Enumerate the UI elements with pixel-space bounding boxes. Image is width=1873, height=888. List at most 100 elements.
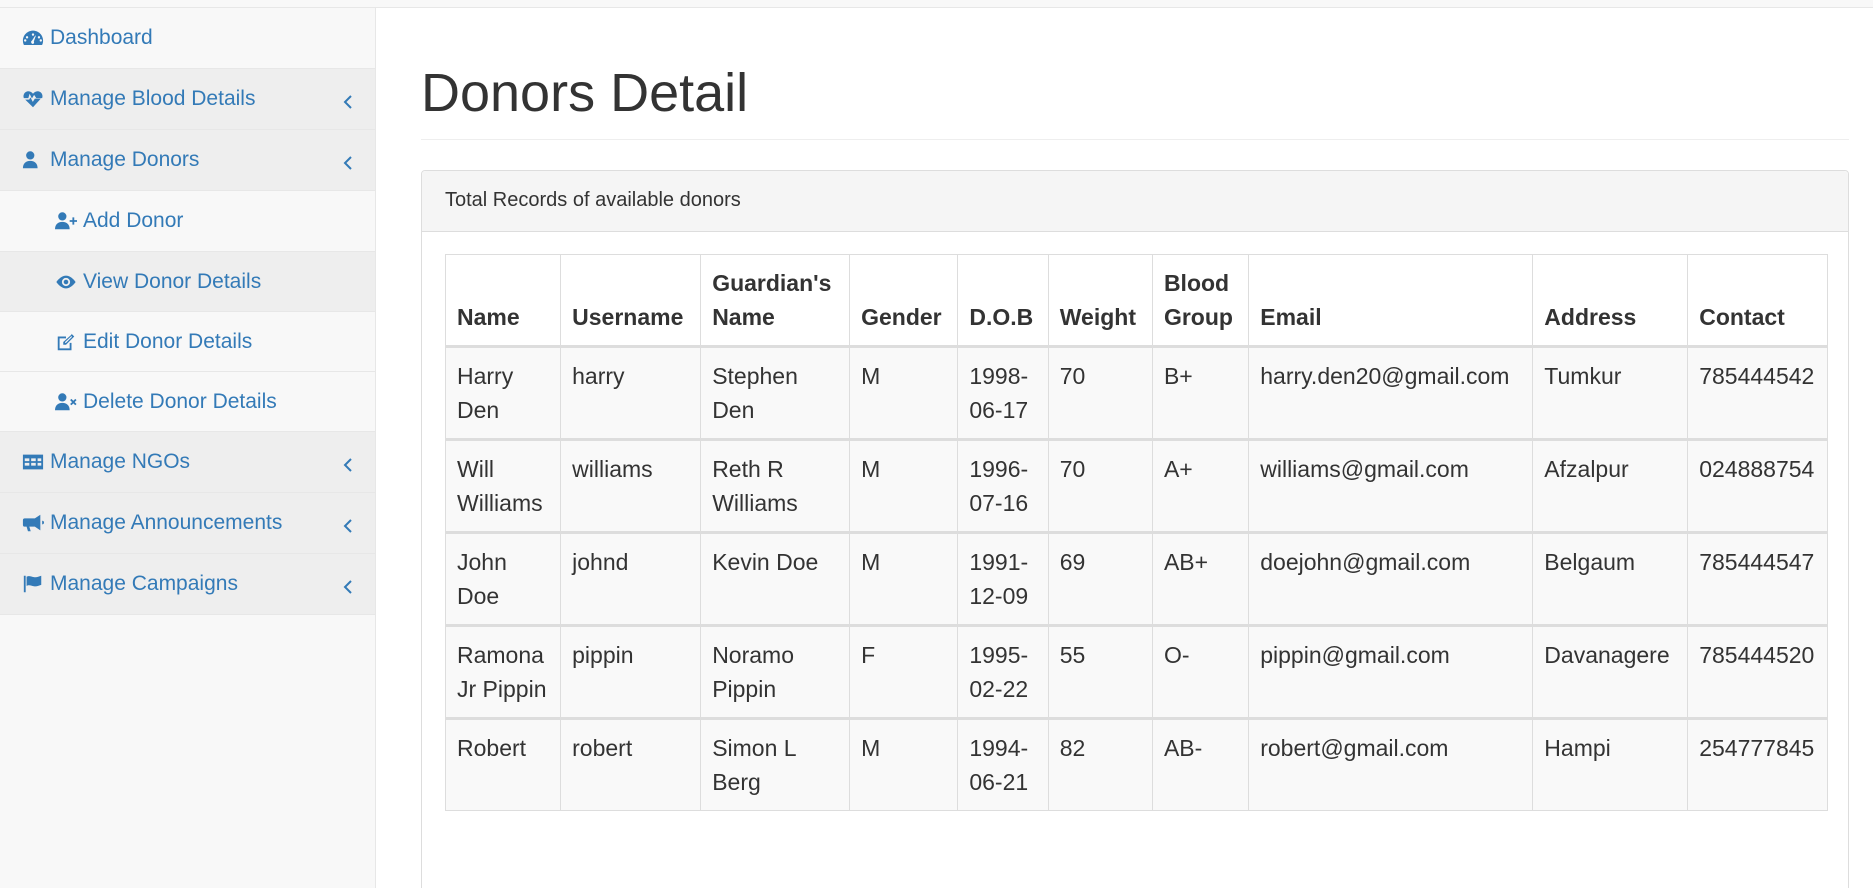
sidebar-item-manage-ngos[interactable]: Manage NGOs — [0, 432, 375, 493]
chevron-left-icon — [343, 576, 353, 594]
cell-gender: M — [849, 438, 959, 534]
cell-guardian-name: Noramo Pippin — [700, 624, 851, 720]
sidebar-item-delete-donor-details[interactable]: Delete Donor Details — [0, 371, 375, 431]
cell-address: Afzalpur — [1532, 438, 1689, 534]
cell-weight: 69 — [1047, 531, 1153, 627]
cell-weight: 82 — [1047, 717, 1153, 812]
column-header-username: Username — [560, 254, 702, 349]
cell-name: Robert — [445, 717, 562, 812]
edit-icon — [55, 332, 81, 352]
cell-blood-group: AB+ — [1151, 531, 1250, 627]
sidebar-item-label: Manage Announcements — [50, 511, 283, 534]
column-header-email: Email — [1248, 254, 1534, 349]
sidebar-item-manage-donors[interactable]: Manage Donors — [0, 130, 375, 191]
user-plus-icon — [55, 211, 81, 231]
sidebar-item-label: Delete Donor Details — [83, 389, 277, 413]
cell-gender: M — [849, 531, 959, 627]
table-scroll-container[interactable]: Name Username Guardian's Name Gender D.O… — [445, 254, 1828, 812]
column-header-dob: D.O.B — [957, 254, 1049, 349]
sidebar-item-label: View Donor Details — [83, 269, 262, 293]
cell-contact: 254777845 — [1687, 717, 1828, 812]
cell-weight: 55 — [1047, 624, 1153, 720]
sidebar-item-label: Add Donor — [83, 209, 184, 232]
cell-name: Harry Den — [445, 346, 562, 441]
cell-address: Hampi — [1532, 717, 1689, 812]
table-row: Ramona Jr Pippin pippin Noramo Pippin F … — [445, 624, 1828, 720]
sidebar-item-manage-blood-details[interactable]: Manage Blood Details — [0, 69, 375, 130]
cell-dob: 1995-02-22 — [957, 624, 1049, 720]
column-header-guardian-name: Guardian's Name — [700, 254, 851, 349]
column-header-blood-group: Blood Group — [1151, 254, 1250, 349]
cell-name: Will Williams — [445, 438, 562, 534]
table-row: Robert robert Simon L Berg M 1994-06-21 … — [445, 717, 1828, 812]
title-divider — [421, 139, 1849, 141]
cell-dob: 1994-06-21 — [957, 717, 1049, 812]
chevron-left-icon — [343, 152, 353, 170]
donors-table: Name Username Guardian's Name Gender D.O… — [445, 254, 1828, 812]
sidebar-item-add-donor[interactable]: Add Donor — [0, 191, 375, 251]
chevron-left-icon — [343, 454, 353, 472]
main-content: Donors Detail Total Records of available… — [421, 8, 1851, 888]
cell-username: pippin — [560, 624, 702, 720]
cell-weight: 70 — [1047, 438, 1153, 534]
cell-email: doejohn@gmail.com — [1248, 531, 1534, 627]
cell-blood-group: O- — [1151, 624, 1250, 720]
table-row: Harry Den harry Stephen Den M 1998-06-17… — [445, 346, 1828, 441]
cell-guardian-name: Simon L Berg — [700, 717, 851, 812]
cell-blood-group: B+ — [1151, 346, 1250, 441]
sidebar-item-label: Manage Blood Details — [50, 87, 256, 110]
sidebar-item-label: Manage Donors — [50, 148, 200, 171]
cell-username: williams — [560, 438, 702, 534]
cell-email: pippin@gmail.com — [1248, 624, 1534, 720]
cell-guardian-name: Kevin Doe — [700, 531, 851, 627]
column-header-contact: Contact — [1687, 254, 1828, 349]
bullhorn-icon — [22, 513, 48, 533]
cell-guardian-name: Reth R Williams — [700, 438, 851, 534]
cell-contact: 785444542 — [1687, 346, 1828, 441]
user-times-icon — [55, 392, 81, 412]
user-icon — [22, 150, 48, 170]
dashboard-icon — [22, 28, 48, 48]
table-icon — [22, 452, 48, 472]
eye-icon — [55, 272, 81, 292]
sidebar-item-dashboard[interactable]: Dashboard — [0, 8, 375, 69]
cell-gender: M — [849, 717, 959, 812]
sidebar-item-label: Edit Donor Details — [83, 329, 253, 353]
page-title: Donors Detail — [421, 63, 749, 123]
top-navbar — [0, 0, 1873, 8]
sidebar-item-label: Manage NGOs — [50, 450, 191, 473]
chevron-left-icon — [343, 91, 353, 109]
column-header-gender: Gender — [849, 254, 959, 349]
column-header-weight: Weight — [1047, 254, 1153, 349]
cell-dob: 1998-06-17 — [957, 346, 1049, 441]
cell-contact: 024888754 — [1687, 438, 1828, 534]
column-header-name: Name — [445, 254, 562, 349]
sidebar-item-edit-donor-details[interactable]: Edit Donor Details — [0, 311, 375, 371]
cell-name: Ramona Jr Pippin — [445, 624, 562, 720]
sidebar-item-manage-announcements[interactable]: Manage Announcements — [0, 493, 375, 554]
flag-icon — [22, 574, 48, 594]
cell-username: johnd — [560, 531, 702, 627]
table-row: John Doe johnd Kevin Doe M 1991-12-09 69… — [445, 531, 1828, 627]
cell-gender: F — [849, 624, 959, 720]
sidebar-item-manage-campaigns[interactable]: Manage Campaigns — [0, 554, 375, 615]
sidebar-item-view-donor-details[interactable]: View Donor Details — [0, 251, 375, 311]
sidebar-item-label: Dashboard — [50, 26, 153, 49]
cell-email: williams@gmail.com — [1248, 438, 1534, 534]
cell-username: robert — [560, 717, 702, 812]
cell-email: harry.den20@gmail.com — [1248, 346, 1534, 441]
chevron-left-icon — [343, 515, 353, 533]
donors-panel: Total Records of available donors Name U… — [421, 170, 1849, 888]
cell-guardian-name: Stephen Den — [700, 346, 851, 441]
cell-contact: 785444520 — [1687, 624, 1828, 720]
cell-blood-group: AB- — [1151, 717, 1250, 812]
cell-name: John Doe — [445, 531, 562, 627]
cell-dob: 1991-12-09 — [957, 531, 1049, 627]
donors-submenu: Add Donor View Donor Details Edit Donor … — [0, 191, 375, 432]
cell-blood-group: A+ — [1151, 438, 1250, 534]
table-header-row: Name Username Guardian's Name Gender D.O… — [445, 254, 1828, 349]
cell-contact: 785444547 — [1687, 531, 1828, 627]
cell-address: Davanagere — [1532, 624, 1689, 720]
cell-dob: 1996-07-16 — [957, 438, 1049, 534]
cell-gender: M — [849, 346, 959, 441]
